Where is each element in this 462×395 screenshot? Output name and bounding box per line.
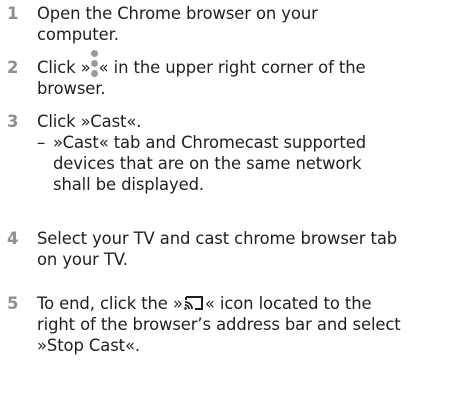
step-number: 1 — [7, 4, 19, 23]
subitem-text: »Cast« tab and Chromecast supported devi… — [53, 132, 433, 195]
subitem-line: »Cast« tab and Chromecast supported — [53, 133, 367, 152]
step-line: Select your TV and cast chrome browser t… — [37, 229, 398, 248]
step-line: Click »Cast«. — [37, 112, 142, 131]
step-text-part: « icon located to the — [204, 294, 372, 313]
step-text: Click »Cast«. — [37, 111, 447, 132]
step-line: To end, click the » « icon located to the — [37, 293, 447, 314]
step-text: Select your TV and cast chrome browser t… — [37, 228, 447, 270]
step-number: 3 — [7, 112, 19, 131]
step-text-part: Click » — [37, 58, 91, 77]
step-text: Open the Chrome browser on your computer… — [37, 3, 447, 45]
step-line: right of the browser’s address bar and s… — [37, 315, 401, 334]
step-line: »Stop Cast«. — [37, 336, 140, 355]
step-line: browser. — [37, 79, 106, 98]
step-line: Click » « in the upper right corner of th… — [37, 50, 447, 78]
step-text-part: « in the upper right corner of the — [98, 58, 366, 77]
step-number: 4 — [7, 229, 19, 248]
step-line: Open the Chrome browser on your — [37, 4, 318, 23]
step-text: To end, click the » « icon located to the… — [37, 293, 447, 356]
step-line: on your TV. — [37, 250, 128, 269]
subitem-line: shall be displayed. — [53, 175, 204, 194]
subitem-line: devices that are on the same network — [53, 154, 362, 173]
step-text-part: To end, click the » — [37, 294, 183, 313]
step-text: Click » « in the upper right corner of th… — [37, 50, 447, 99]
step-number: 5 — [7, 294, 19, 313]
step-number: 2 — [7, 58, 19, 77]
three-dots-vertical-icon — [90, 50, 99, 77]
step-line: computer. — [37, 25, 119, 44]
cast-icon — [184, 296, 203, 310]
dash-bullet: – — [37, 133, 46, 152]
